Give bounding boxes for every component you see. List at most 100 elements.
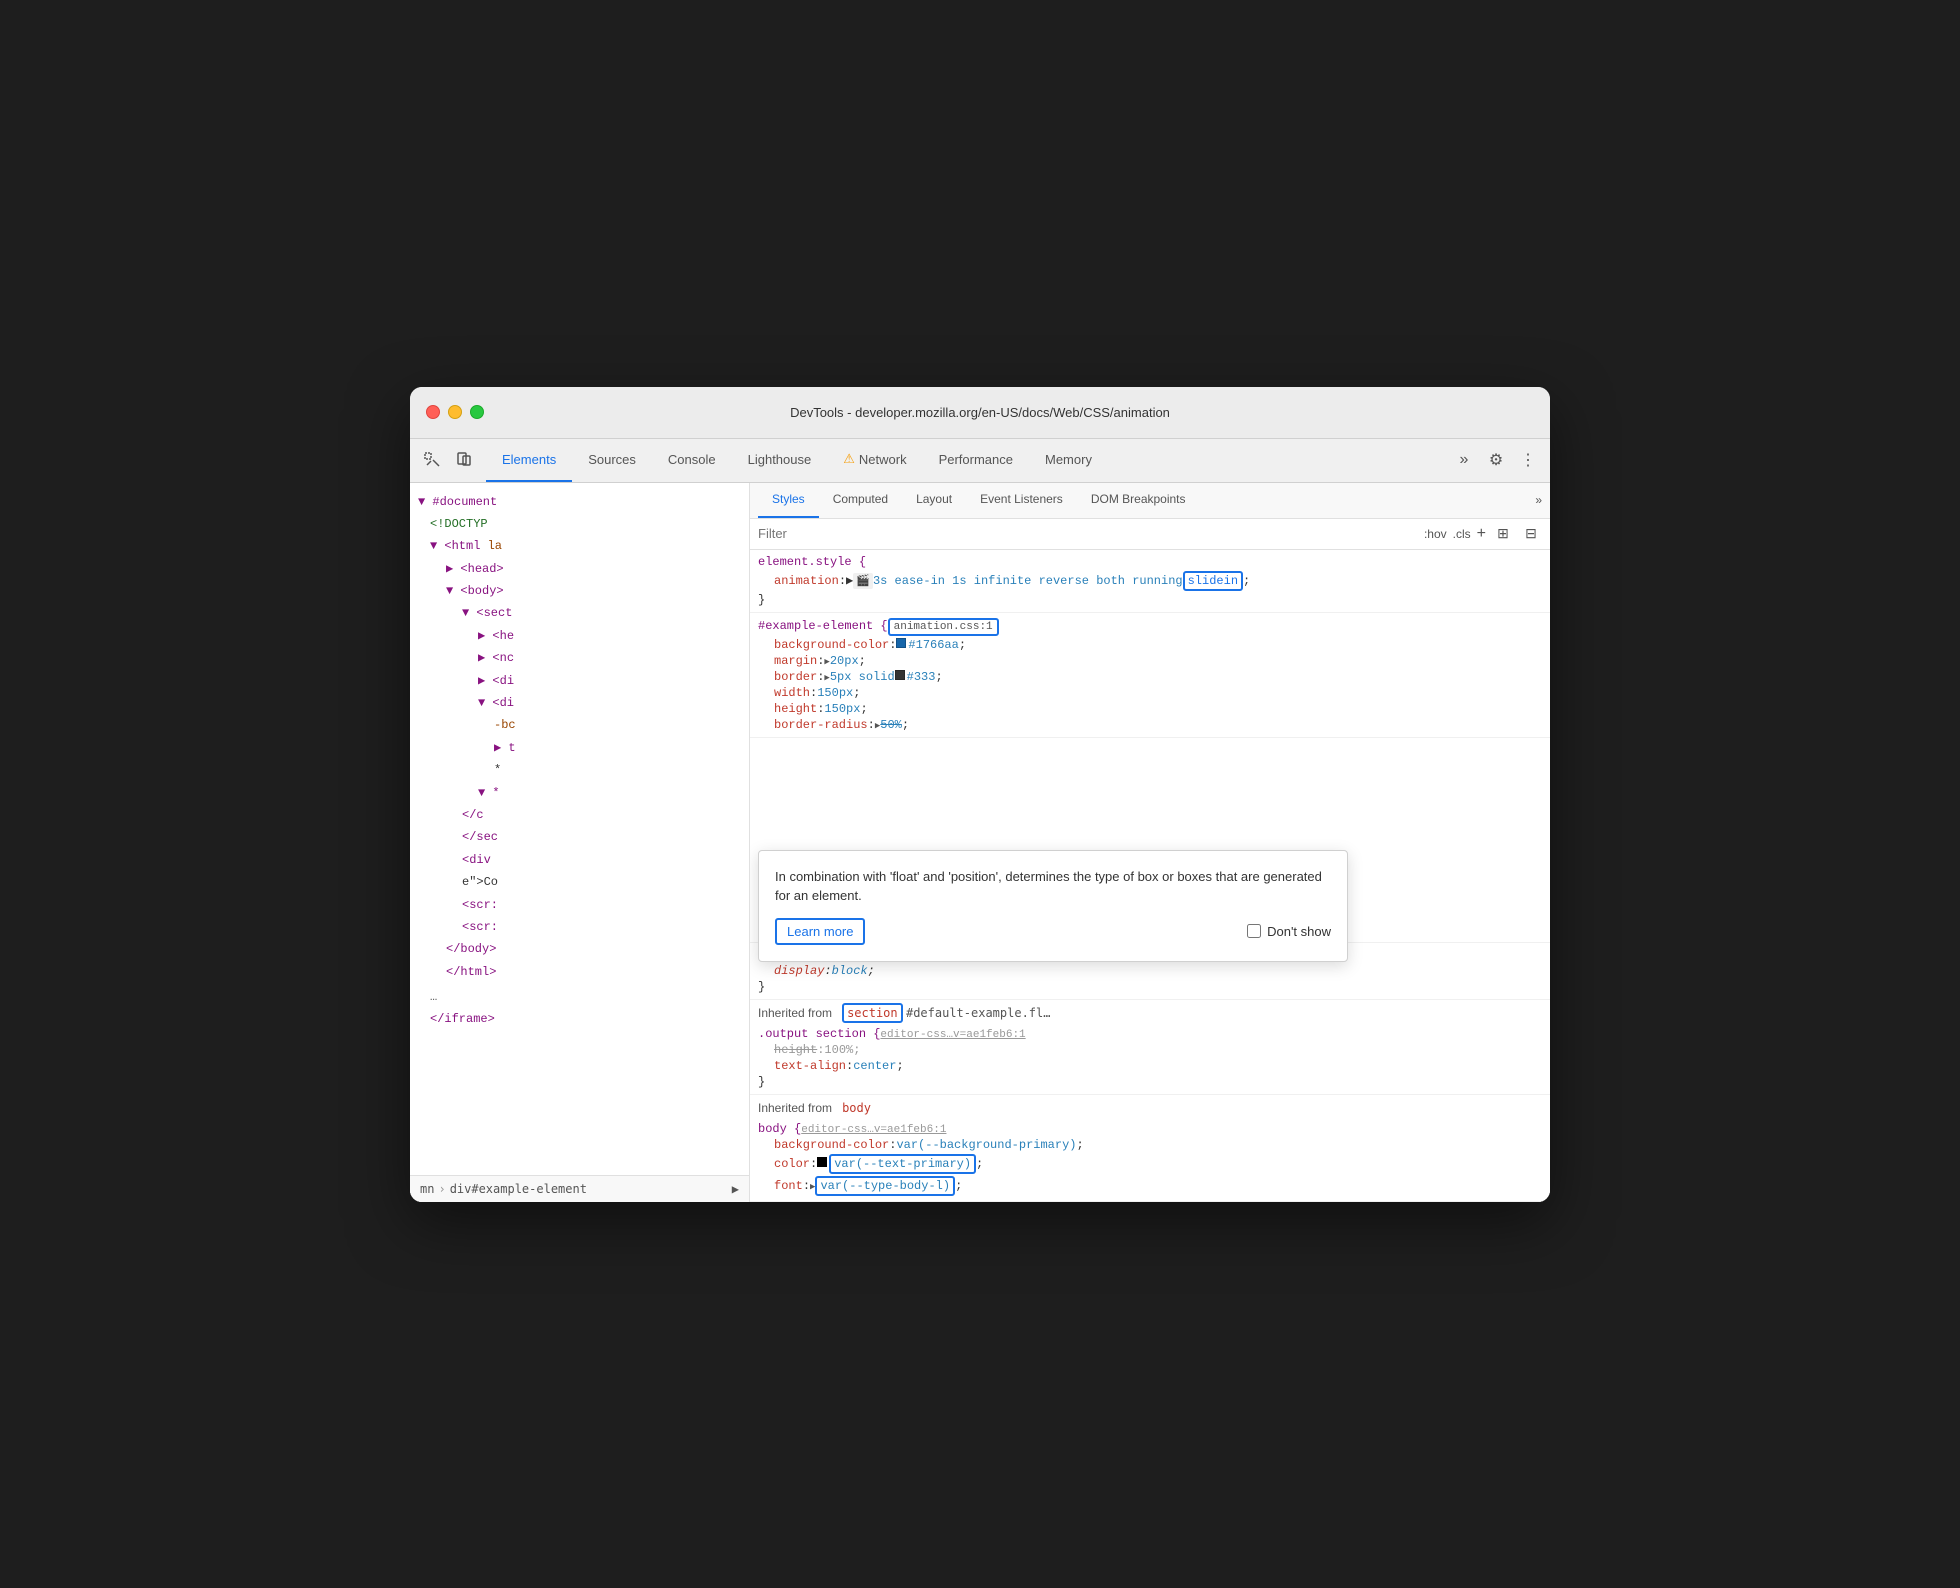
dom-html[interactable]: ▼ <html la [414, 535, 745, 557]
settings-button[interactable]: ⚙ [1482, 446, 1510, 474]
more-options-button[interactable]: ⋮ [1514, 446, 1542, 474]
breadcrumb-div[interactable]: div#example-element [450, 1182, 587, 1196]
hov-button[interactable]: :hov [1424, 527, 1447, 541]
width-prop: width : 150px ; [758, 685, 1542, 701]
more-tabs-icon[interactable]: » [1535, 493, 1542, 507]
sub-tab-event-listeners[interactable]: Event Listeners [966, 483, 1077, 519]
dom-document[interactable]: ▼ #document [414, 491, 745, 513]
tab-lighthouse[interactable]: Lighthouse [732, 438, 828, 482]
animation-swatch[interactable]: 🎬 [853, 573, 873, 589]
sub-tabs-right: » [1535, 493, 1542, 507]
height-disabled: height : 100% ; [758, 1042, 1542, 1058]
dom-body[interactable]: ▼ <body> [414, 580, 745, 602]
dom-star2[interactable]: ▼ * [414, 782, 745, 804]
sub-tab-layout[interactable]: Layout [902, 483, 966, 519]
dom-etext[interactable]: e">Co [414, 871, 745, 893]
body-bg-prop: background- color : var( --background-pr… [758, 1137, 1542, 1153]
font-var-highlight[interactable]: var(--type-body-l) [815, 1176, 955, 1196]
tooltip-footer: Learn more Don't show [775, 918, 1331, 945]
dom-di2[interactable]: ▼ <di [414, 692, 745, 714]
breadcrumb-forward-arrow[interactable]: ▶ [732, 1182, 739, 1196]
tab-bar: Elements Sources Console Lighthouse ⚠ Ne… [410, 439, 1550, 483]
dom-he[interactable]: ▶ <he [414, 625, 745, 647]
dom-section[interactable]: ▼ <sect [414, 602, 745, 624]
dom-div[interactable]: <div [414, 849, 745, 871]
dom-head[interactable]: ▶ <head> [414, 558, 745, 580]
dom-scr1[interactable]: <scr: [414, 894, 745, 916]
display-prop: display : block ; [758, 963, 1542, 979]
body-font-prop: font : ▶ var(--type-body-l) ; [758, 1175, 1542, 1197]
sub-tabs: Styles Computed Layout Event Listeners D… [750, 483, 1550, 519]
tab-console[interactable]: Console [652, 438, 732, 482]
filter-input[interactable] [758, 526, 1418, 541]
inherited-body-selector: body [842, 1101, 871, 1115]
color-var-highlight[interactable]: var(--text-primary) [829, 1154, 976, 1174]
new-style-rule-button[interactable]: ⊞ [1492, 523, 1514, 545]
tab-elements[interactable]: Elements [486, 438, 572, 482]
window-title: DevTools - developer.mozilla.org/en-US/d… [790, 405, 1170, 420]
minimize-button[interactable] [448, 405, 462, 419]
tab-bar-icons [418, 446, 478, 474]
inspect-element-button[interactable] [418, 446, 446, 474]
more-tabs-button[interactable]: » [1450, 446, 1478, 474]
elements-panel: ▼ #document <!DOCTYP ▼ <html la ▶ <head>… [410, 483, 750, 1202]
dom-doctype[interactable]: <!DOCTYP [414, 513, 745, 535]
tooltip-popup: In combination with 'float' and 'positio… [758, 850, 1348, 962]
traffic-lights [426, 405, 484, 419]
border-color-swatch[interactable] [895, 670, 905, 680]
dont-show-checkbox[interactable] [1247, 924, 1261, 938]
dom-closehtml[interactable]: </html> [414, 961, 745, 983]
dom-nc[interactable]: ▶ <nc [414, 647, 745, 669]
devtools-window: DevTools - developer.mozilla.org/en-US/d… [410, 387, 1550, 1202]
network-warning-icon: ⚠ [843, 451, 855, 467]
dont-show-label: Don't show [1267, 924, 1331, 939]
body-source[interactable]: editor-css…v=ae1feb6:1 [801, 1124, 946, 1136]
animation-slidein[interactable]: slidein [1183, 571, 1243, 591]
dom-star1[interactable]: * [414, 759, 745, 781]
inherited-section-selector[interactable]: section [842, 1003, 903, 1023]
tab-sources[interactable]: Sources [572, 438, 652, 482]
sub-tab-dom-breakpoints[interactable]: DOM Breakpoints [1077, 483, 1200, 519]
filter-bar: :hov .cls + ⊞ ⊟ [750, 519, 1550, 550]
device-toggle-button[interactable] [450, 446, 478, 474]
output-section-rule: .output section { editor-css…v=ae1feb6:1… [750, 1022, 1550, 1095]
dom-closesec[interactable]: </sec [414, 826, 745, 848]
output-section-source[interactable]: editor-css…v=ae1feb6:1 [880, 1029, 1025, 1041]
tab-performance[interactable]: Performance [923, 438, 1029, 482]
body-color-prop: color : var(--text-primary) ; [758, 1153, 1542, 1175]
dom-ellipsis[interactable]: … [414, 983, 745, 1008]
border-radius-prop: border-radius : ▶ 50% ; [758, 717, 1542, 733]
border-prop: border : ▶ 5px solid #333 ; [758, 669, 1542, 685]
toggle-sidebar-button[interactable]: ⊟ [1520, 523, 1542, 545]
margin-prop: margin : ▶ 20px ; [758, 653, 1542, 669]
dom-t[interactable]: ▶ t [414, 737, 745, 759]
bg-color-swatch[interactable] [896, 638, 906, 648]
tab-bar-right: » ⚙ ⋮ [1450, 446, 1542, 474]
dom-closec[interactable]: </c [414, 804, 745, 826]
learn-more-button[interactable]: Learn more [775, 918, 865, 945]
dom-bc[interactable]: -bc [414, 714, 745, 736]
cls-button[interactable]: .cls [1453, 527, 1471, 541]
close-button[interactable] [426, 405, 440, 419]
body-color-swatch[interactable] [817, 1157, 827, 1167]
styles-content: element.style { animation : ▶ 🎬 3s ease-… [750, 550, 1550, 1202]
maximize-button[interactable] [470, 405, 484, 419]
dom-scr2[interactable]: <scr: [414, 916, 745, 938]
sub-tab-styles[interactable]: Styles [758, 483, 819, 519]
dom-closeiframe[interactable]: </iframe> [414, 1008, 745, 1030]
main-content: ▼ #document <!DOCTYP ▼ <html la ▶ <head>… [410, 483, 1550, 1202]
animation-css-source[interactable]: animation.css:1 [888, 618, 999, 636]
add-style-button[interactable]: + [1477, 525, 1486, 543]
element-style-rule: element.style { animation : ▶ 🎬 3s ease-… [750, 550, 1550, 613]
breadcrumb-mn[interactable]: mn [420, 1182, 434, 1196]
tab-network[interactable]: ⚠ Network [827, 438, 922, 482]
inherited-section-extra: #default-example.fl… [906, 1006, 1051, 1020]
tab-memory[interactable]: Memory [1029, 438, 1108, 482]
bg-color-prop: background-color : #1766aa ; [758, 637, 1542, 653]
title-bar: DevTools - developer.mozilla.org/en-US/d… [410, 387, 1550, 439]
sub-tab-computed[interactable]: Computed [819, 483, 902, 519]
dom-closebody[interactable]: </body> [414, 938, 745, 960]
dom-di1[interactable]: ▶ <di [414, 670, 745, 692]
animation-property: animation : ▶ 🎬 3s ease-in 1s infinite r… [758, 570, 1542, 592]
text-align-prop: text-align : center ; [758, 1058, 1542, 1074]
